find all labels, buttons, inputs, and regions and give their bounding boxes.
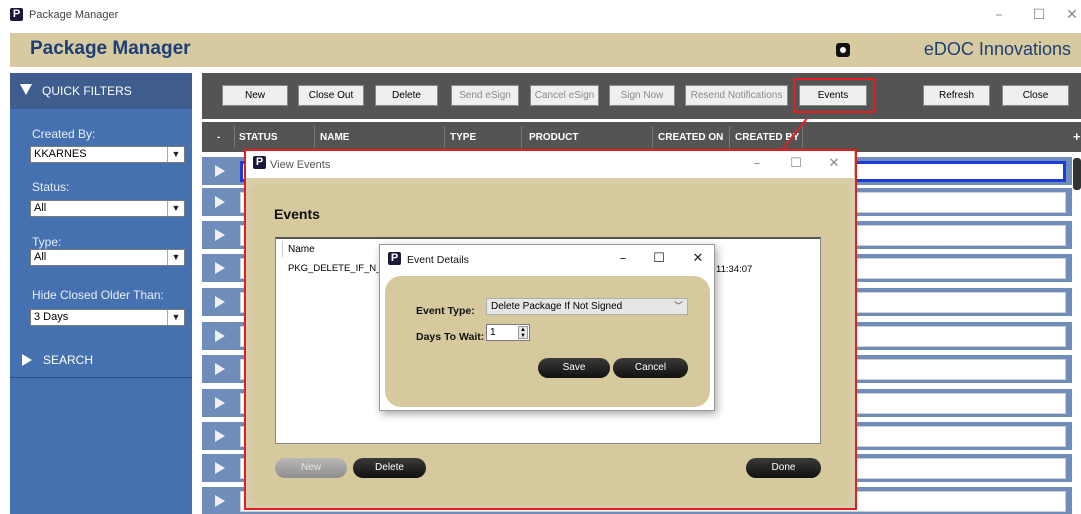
status-select[interactable]: All ▼	[30, 200, 185, 217]
days-to-wait-value[interactable]: 1	[490, 327, 496, 338]
column-separator	[521, 126, 522, 148]
minimize-button[interactable]: –	[608, 249, 638, 269]
send-esign-button[interactable]: Send eSign	[451, 85, 519, 106]
record-icon[interactable]	[836, 43, 850, 57]
collapse-triangle-icon	[20, 84, 32, 95]
expand-arrow-icon[interactable]	[215, 330, 225, 342]
quick-filters-label: QUICK FILTERS	[42, 84, 132, 98]
dropdown-arrow-icon[interactable]: ▼	[167, 310, 184, 325]
days-to-wait-label: Days To Wait:	[416, 331, 485, 343]
expand-arrow-icon[interactable]	[215, 363, 225, 375]
type-select[interactable]: All ▼	[30, 249, 185, 266]
event-details-titlebar: P Event Details – ☐ ✕	[380, 245, 714, 273]
delete-button[interactable]: Delete	[375, 85, 438, 106]
column-name[interactable]: NAME	[320, 132, 349, 143]
new-button[interactable]: New	[222, 85, 288, 106]
expand-arrow-icon[interactable]	[215, 165, 225, 177]
hide-closed-select[interactable]: 3 Days ▼	[30, 309, 185, 326]
resend-notifications-button[interactable]: Resend Notifications	[685, 85, 788, 106]
expand-arrow-icon[interactable]	[215, 296, 225, 308]
toolbar: New Close Out Delete Send eSign Cancel e…	[202, 73, 1081, 119]
event-type-value: Delete Package If Not Signed	[491, 301, 623, 312]
add-column-icon[interactable]: +	[1073, 129, 1081, 144]
search-label: SEARCH	[43, 353, 94, 367]
column-separator	[234, 126, 235, 148]
column-separator	[729, 126, 730, 148]
expand-arrow-icon[interactable]	[215, 229, 225, 241]
event-details-dialog: P Event Details – ☐ ✕ Event Type: Delete…	[379, 244, 715, 411]
column-separator	[652, 126, 653, 148]
divider	[10, 377, 192, 378]
quick-filters-toggle[interactable]: QUICK FILTERS	[10, 73, 192, 109]
expand-arrow-icon[interactable]	[215, 262, 225, 274]
table-header: - STATUS NAME TYPE PRODUCT CREATED ON CR…	[202, 122, 1081, 152]
close-window-button[interactable]: ✕	[683, 249, 713, 269]
cancel-button[interactable]: Cancel	[613, 358, 688, 378]
status-value: All	[34, 202, 47, 214]
spinner-arrows-icon[interactable]: ▲ ▼	[518, 326, 528, 339]
sidebar: QUICK FILTERS Created By: KKARNES ▼ Stat…	[10, 73, 192, 514]
scrollbar-thumb[interactable]	[1073, 158, 1081, 190]
maximize-button[interactable]: ☐	[644, 249, 674, 269]
hide-closed-label: Hide Closed Older Than:	[32, 288, 164, 302]
minimize-button[interactable]: –	[984, 5, 1014, 25]
expand-arrow-icon[interactable]	[215, 397, 225, 409]
collapse-all-icon[interactable]: -	[217, 132, 220, 143]
column-type[interactable]: TYPE	[450, 132, 476, 143]
app-titlebar: P Package Manager – ☐ ✕	[0, 0, 1081, 30]
dropdown-arrow-icon[interactable]: ▼	[167, 250, 184, 265]
events-highlight	[793, 78, 875, 113]
days-to-wait-stepper[interactable]: 1 ▲ ▼	[486, 324, 530, 341]
expand-arrow-icon[interactable]	[215, 430, 225, 442]
dropdown-arrow-icon[interactable]: ▼	[167, 147, 184, 162]
type-label: Type:	[32, 235, 62, 249]
close-out-button[interactable]: Close Out	[298, 85, 364, 106]
close-button[interactable]: Close	[1002, 85, 1069, 106]
page-title: Package Manager	[30, 38, 191, 59]
created-by-label: Created By:	[32, 127, 96, 141]
app-logo-icon: P	[10, 8, 23, 21]
type-value: All	[34, 251, 47, 263]
close-window-button[interactable]: ✕	[1057, 5, 1081, 25]
app-header: Package Manager eDOC Innovations	[10, 33, 1081, 67]
column-separator	[314, 126, 315, 148]
hide-closed-value: 3 Days	[34, 311, 69, 323]
column-created-on[interactable]: CREATED ON	[658, 132, 723, 143]
cancel-esign-button[interactable]: Cancel eSign	[530, 85, 599, 106]
column-status[interactable]: STATUS	[239, 132, 278, 143]
column-separator	[444, 126, 445, 148]
save-button[interactable]: Save	[538, 358, 610, 378]
chevron-down-icon[interactable]: ﹀	[674, 299, 683, 314]
expand-triangle-icon	[22, 354, 32, 366]
sign-now-button[interactable]: Sign Now	[609, 85, 675, 106]
search-toggle[interactable]: SEARCH	[10, 341, 192, 377]
event-type-label: Event Type:	[416, 305, 475, 317]
event-type-select[interactable]: Delete Package If Not Signed ﹀	[486, 298, 688, 315]
column-separator	[802, 126, 803, 148]
status-label: Status:	[32, 180, 70, 194]
expand-arrow-icon[interactable]	[215, 196, 225, 208]
app-logo-icon: P	[388, 252, 401, 265]
column-product[interactable]: PRODUCT	[529, 132, 578, 143]
expand-arrow-icon[interactable]	[215, 462, 225, 474]
expand-arrow-icon[interactable]	[215, 495, 225, 507]
dropdown-arrow-icon[interactable]: ▼	[167, 201, 184, 216]
brand-name: eDOC Innovations	[923, 39, 1071, 59]
refresh-button[interactable]: Refresh	[923, 85, 990, 106]
created-by-value: KKARNES	[34, 148, 87, 160]
created-by-select[interactable]: KKARNES ▼	[30, 146, 185, 163]
window-title: Package Manager	[29, 9, 119, 21]
maximize-button[interactable]: ☐	[1024, 5, 1054, 25]
event-details-title: Event Details	[407, 254, 469, 266]
